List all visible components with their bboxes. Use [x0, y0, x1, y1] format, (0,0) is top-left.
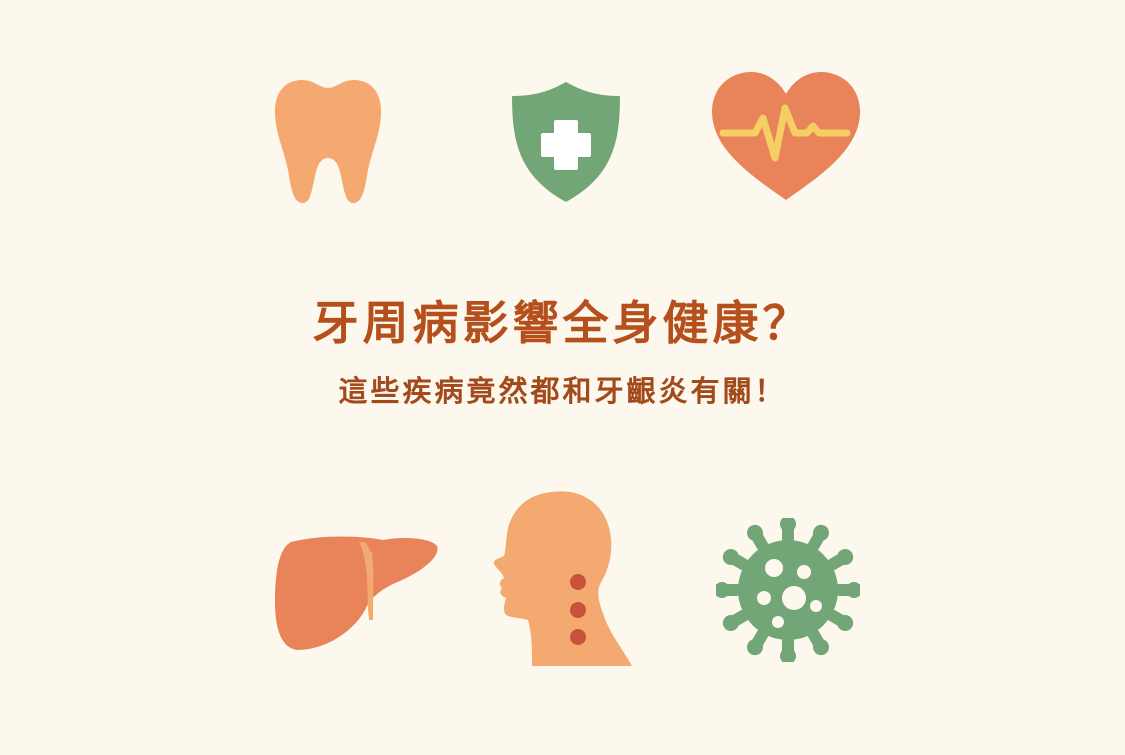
liver-icon	[273, 532, 443, 654]
headline-subtitle: 這些疾病竟然都和牙齦炎有關！	[338, 374, 787, 408]
infographic: 牙周病影響全身健康？ 這些疾病竟然都和牙齦炎有關！	[0, 0, 1125, 755]
heart-pulse-icon	[709, 70, 863, 202]
headline-title: 牙周病影響全身健康？	[312, 296, 813, 350]
lymph-node-dot-3	[569, 628, 587, 646]
head-neck-icon	[492, 488, 636, 668]
shield-plus-icon	[509, 80, 623, 204]
tooth-icon	[272, 78, 384, 206]
lymph-node-dot-2	[569, 601, 587, 619]
virus-icon	[716, 518, 860, 662]
lymph-node-dot-1	[569, 573, 587, 591]
